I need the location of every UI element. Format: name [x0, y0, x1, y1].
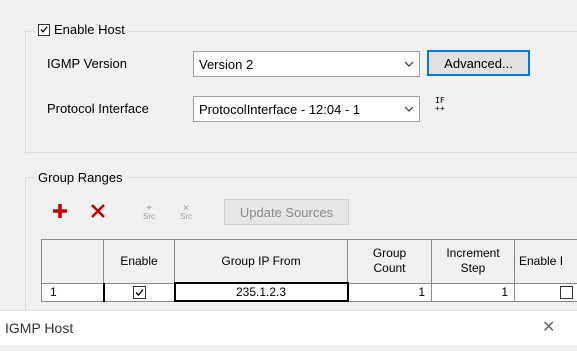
plus-icon[interactable]	[52, 203, 68, 222]
interface-icon[interactable]: IF ++	[435, 97, 445, 113]
enable-host-label: Enable Host	[54, 22, 125, 37]
column-header-group-count[interactable]: Group Count	[347, 239, 432, 284]
column-header-enable-extra[interactable]: Enable I	[514, 239, 577, 284]
chevron-down-icon	[399, 61, 419, 67]
column-header-group-ip-from[interactable]: Group IP From	[174, 239, 348, 284]
checkbox-checked-icon	[40, 26, 48, 33]
update-sources-button[interactable]: Update Sources	[224, 199, 349, 225]
column-header-index[interactable]	[41, 239, 104, 284]
enable-host-checkbox[interactable]	[38, 23, 50, 36]
protocol-interface-select[interactable]: ProtocolInterface - 12:04 - 1	[193, 96, 420, 122]
row-index-cell[interactable]: 1	[41, 282, 105, 302]
column-header-enable[interactable]: Enable	[103, 239, 175, 284]
igmp-host-titlebar: IGMP Host ✕	[0, 310, 577, 345]
group-ranges-table: Enable Group IP From Group Count Increme…	[41, 239, 577, 302]
window-title: IGMP Host	[5, 320, 74, 336]
row-enable-checkbox[interactable]	[132, 286, 146, 300]
igmp-version-label: IGMP Version	[47, 56, 127, 71]
row-increment-step-cell[interactable]: 1	[431, 282, 515, 302]
protocol-interface-value: ProtocolInterface - 12:04 - 1	[199, 101, 361, 117]
igmp-version-select[interactable]: Version 2	[193, 51, 420, 77]
protocol-interface-label: Protocol Interface	[47, 101, 149, 116]
remove-src-label: Src	[180, 211, 192, 221]
add-src-label: Src	[143, 211, 155, 221]
row-group-count-cell[interactable]: 1	[347, 282, 432, 302]
advanced-button[interactable]: Advanced...	[427, 50, 530, 76]
add-source-button[interactable]: + Src	[138, 202, 160, 222]
table-header-row: Enable Group IP From Group Count Increme…	[41, 239, 577, 284]
checkbox-checked-icon	[135, 289, 144, 297]
row-group-ip-from-cell[interactable]: 235.1.2.3	[173, 282, 349, 302]
enable-host-legend: Enable Host	[35, 22, 128, 37]
chevron-down-icon	[399, 106, 419, 112]
group-count-label: Group Count	[372, 246, 407, 276]
increment-step-label: Increment Step	[446, 246, 500, 276]
row-enable-extra-cell[interactable]	[514, 282, 577, 302]
x-icon[interactable]	[90, 203, 106, 222]
row-enable-extra-checkbox[interactable]	[560, 286, 573, 300]
remove-source-button[interactable]: × Src	[175, 202, 197, 222]
group-ranges-legend: Group Ranges	[35, 170, 126, 185]
column-header-increment-step[interactable]: Increment Step	[431, 239, 515, 284]
table-row[interactable]: 1 235.1.2.3 1 1	[41, 282, 577, 302]
row-enable-cell[interactable]	[103, 282, 175, 302]
close-icon[interactable]: ✕	[542, 317, 555, 337]
igmp-version-value: Version 2	[199, 56, 254, 72]
